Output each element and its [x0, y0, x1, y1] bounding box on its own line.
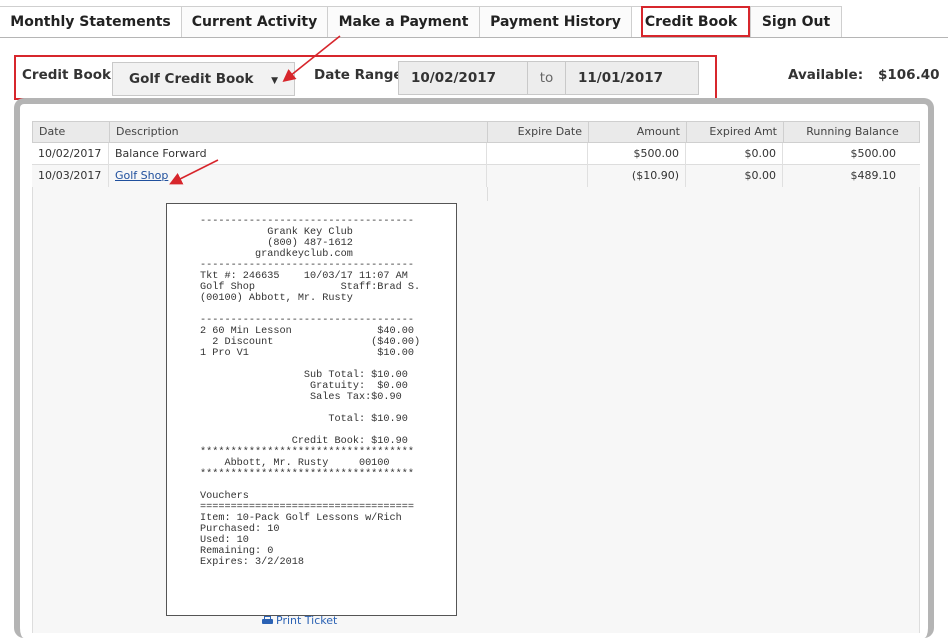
row-date: 10/02/2017 — [32, 143, 109, 165]
receipt-line: (800) 487-1612 — [200, 238, 353, 249]
row-amount: $500.00 — [588, 143, 686, 165]
receipt-line: Tkt #: 246635 10/03/17 11:07 AM — [200, 271, 408, 282]
column-amount[interactable]: Amount — [589, 122, 687, 142]
tab-sign-out[interactable]: Sign Out — [750, 6, 842, 37]
column-expired-amt[interactable]: Expired Amt — [687, 122, 784, 142]
date-to-separator: to — [527, 61, 566, 95]
tab-current-activity[interactable]: Current Activity — [181, 6, 328, 37]
tab-make-a-payment[interactable]: Make a Payment — [327, 6, 480, 37]
chevron-down-icon: ▼ — [271, 76, 278, 86]
column-running-balance[interactable]: Running Balance — [784, 122, 921, 142]
receipt-line: Sales Tax:$0.90 — [200, 392, 402, 403]
receipt-line: Used: 10 — [200, 535, 249, 546]
row-expire-date — [487, 143, 588, 165]
row-expired-amt: $0.00 — [686, 143, 783, 165]
date-to-value: 11/01/2017 — [578, 70, 664, 86]
available-label: Available: — [788, 67, 864, 83]
credit-book-select-value: Golf Credit Book — [129, 71, 254, 87]
receipt-line: Item: 10-Pack Golf Lessons w/Rich — [200, 513, 402, 524]
receipt-line: 2 60 Min Lesson $40.00 — [200, 326, 414, 337]
receipt-line: Grank Key Club — [200, 227, 353, 238]
receipt-line: (00100) Abbott, Mr. Rusty — [200, 293, 353, 304]
available-value: $106.40 — [878, 67, 940, 83]
receipt-line: ----------------------------------- — [200, 260, 414, 271]
nav-tabs: Monthly Statements Current Activity Make… — [0, 0, 948, 38]
credit-book-select[interactable]: Golf Credit Book ▼ — [112, 62, 295, 96]
golf-shop-link[interactable]: Golf Shop — [115, 169, 168, 182]
date-from-value: 10/02/2017 — [411, 70, 497, 86]
row-date: 10/03/2017 — [32, 165, 109, 187]
to-label: to — [539, 70, 554, 86]
date-from-field[interactable]: 10/02/2017 — [398, 61, 528, 95]
receipt-line: =================================== — [200, 502, 414, 513]
receipt-line: Total: $10.90 — [200, 414, 408, 425]
print-ticket-label: Print Ticket — [276, 614, 338, 627]
receipt-line: 2 Discount ($40.00) — [200, 337, 421, 348]
print-ticket-button[interactable]: Print Ticket — [262, 614, 337, 627]
row-expired-amt: $0.00 — [686, 165, 783, 187]
row-description-cell: Golf Shop — [109, 165, 487, 187]
credit-book-label: Credit Book: — [22, 67, 117, 83]
receipt-line: 1 Pro V1 $10.00 — [200, 348, 414, 359]
row-running-balance: $489.10 — [850, 169, 897, 182]
receipt-line: *********************************** — [200, 447, 414, 458]
date-to-field[interactable]: 11/01/2017 — [565, 61, 699, 95]
date-range-label: Date Range: — [314, 67, 408, 83]
table-row[interactable]: 10/03/2017 Golf Shop ($10.90) $0.00 $489… — [32, 165, 920, 187]
column-date[interactable]: Date — [33, 122, 110, 142]
receipt-line: *********************************** — [200, 469, 414, 480]
row-amount: ($10.90) — [588, 165, 686, 187]
tab-payment-history[interactable]: Payment History — [479, 6, 632, 37]
tabs-divider — [0, 37, 948, 38]
receipt-line: Credit Book: $10.90 — [200, 436, 408, 447]
receipt-line: Sub Total: $10.00 — [200, 370, 408, 381]
receipt-line: Expires: 3/2/2018 — [200, 557, 304, 568]
column-description[interactable]: Description — [110, 122, 488, 142]
table-header: Date Description Expire Date Amount Expi… — [32, 121, 920, 143]
tab-credit-book[interactable]: Credit Book — [631, 6, 751, 37]
tab-monthly-statements[interactable]: Monthly Statements — [0, 6, 182, 37]
receipt-line: ----------------------------------- — [200, 216, 414, 227]
table-row[interactable]: 10/02/2017 Balance Forward $500.00 $0.00… — [32, 143, 920, 165]
receipt-line: grandkeyclub.com — [200, 249, 353, 260]
receipt-line: Purchased: 10 — [200, 524, 280, 535]
receipt-line: Abbott, Mr. Rusty 00100 — [200, 458, 390, 469]
row-expire-date — [487, 165, 588, 187]
printer-icon — [262, 616, 273, 625]
column-divider — [487, 187, 488, 201]
row-running-balance: $500.00 — [850, 147, 897, 160]
row-description: Balance Forward — [109, 143, 487, 165]
receipt-line: Remaining: 0 — [200, 546, 274, 557]
receipt-line: Gratuity: $0.00 — [200, 381, 408, 392]
column-expire-date[interactable]: Expire Date — [488, 122, 589, 142]
receipt-ticket: ----------------------------------- Gran… — [166, 203, 457, 616]
receipt-line: Vouchers — [200, 491, 249, 502]
receipt-line: ----------------------------------- — [200, 315, 414, 326]
receipt-line: Golf Shop Staff:Brad S. — [200, 282, 421, 293]
